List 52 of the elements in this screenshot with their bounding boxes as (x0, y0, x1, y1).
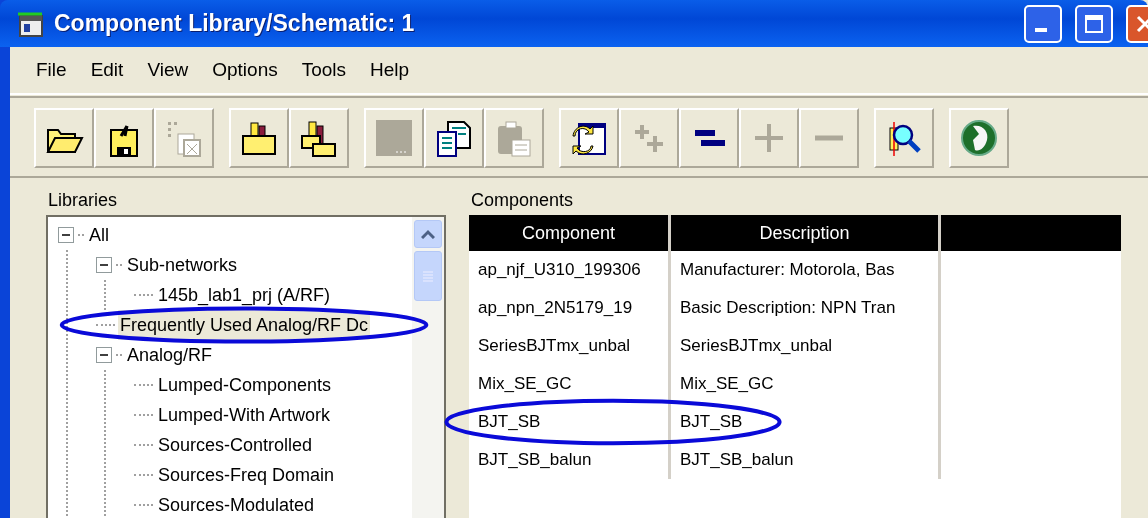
table-cell: SeriesBJTmx_unbal (469, 327, 671, 365)
books-icon[interactable] (289, 108, 349, 168)
table-cell: Basic Description: NPN Tran (671, 289, 941, 327)
window-title: Component Library/Schematic: 1 (54, 10, 416, 37)
search-icon[interactable] (874, 108, 934, 168)
equals-icon[interactable] (679, 108, 739, 168)
save-icon[interactable] (94, 108, 154, 168)
collapse-icon[interactable] (58, 227, 74, 243)
tree-item[interactable]: Sources-Freq Domain (156, 460, 337, 490)
globe-icon[interactable] (949, 108, 1009, 168)
table-cell: Manufacturer: Motorola, Bas (671, 251, 941, 289)
table-cell: BJT_SB_balun (671, 441, 941, 479)
menu-item[interactable]: View (135, 55, 201, 85)
table-cell: BJT_SB (671, 403, 941, 441)
maximize-icon (1083, 12, 1105, 35)
tree-item[interactable]: Analog/RF (125, 340, 215, 370)
table-cell: Mix_SE_GC (671, 365, 941, 403)
tree-item[interactable]: Lumped-With Artwork (156, 400, 333, 430)
maximize-button[interactable] (1075, 4, 1113, 43)
scrollbar[interactable] (412, 217, 444, 518)
table-cell: Mix_SE_GC (469, 365, 671, 403)
minimize-button[interactable] (1024, 4, 1062, 43)
copy-icon[interactable] (424, 108, 484, 168)
menu-item[interactable]: Options (200, 55, 290, 85)
table-cell: BJT_SB (469, 403, 671, 441)
column-header[interactable]: Component (469, 215, 671, 251)
table-cell: ap_npn_2N5179_19 (469, 289, 671, 327)
folder-books-icon[interactable] (229, 108, 289, 168)
tree-item[interactable]: Sub-networks (125, 250, 240, 280)
menu-item[interactable]: Help (358, 55, 422, 85)
scroll-thumb[interactable] (414, 251, 442, 301)
column-header[interactable]: Description (671, 215, 941, 251)
table-cell: BJT_SB_balun (469, 441, 671, 479)
table-cell: ap_njf_U310_199306 (469, 251, 671, 289)
collapse-icon[interactable] (96, 347, 112, 363)
refresh-icon[interactable] (559, 108, 619, 168)
caret-icon (421, 229, 435, 239)
menu-item[interactable]: Tools (289, 55, 359, 85)
scroll-up-button[interactable] (414, 220, 442, 248)
minimize-icon (1035, 27, 1047, 32)
panel-label: Libraries (47, 190, 119, 212)
panel-label: Components (470, 190, 575, 212)
collapse-icon[interactable] (96, 257, 112, 273)
tree-item[interactable]: 145b_lab1_prj (A/RF) (156, 280, 333, 310)
menu-item[interactable]: File (24, 55, 79, 85)
tree-item[interactable]: Sources-Controlled (156, 430, 315, 460)
open-icon[interactable] (34, 108, 94, 168)
tree-item[interactable]: All (87, 220, 111, 250)
tree-item[interactable]: Sources-Modulated (156, 490, 317, 518)
table-cell: SeriesBJTmx_unbal (671, 327, 941, 365)
tree-item[interactable]: Lumped-Components (156, 370, 334, 400)
menu-item[interactable]: Edit (78, 55, 136, 85)
